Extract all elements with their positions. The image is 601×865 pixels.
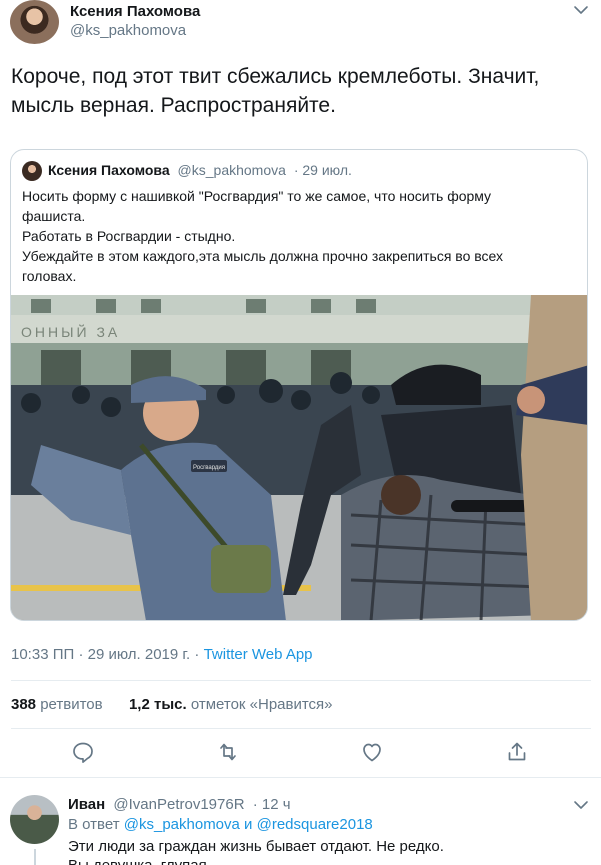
- in-reply-prefix: В ответ: [68, 816, 120, 833]
- app-link[interactable]: Twitter Web App: [204, 646, 313, 663]
- heart-icon[interactable]: [360, 740, 384, 764]
- reply-author-avatar[interactable]: [10, 795, 59, 844]
- quoted-text-line: Носить форму с нашивкой "Росгвардия" то …: [22, 188, 492, 204]
- reply-text: Эти люди за граждан жизнь бывает отдают.…: [68, 837, 588, 865]
- building-sign-text: ОННЫЙ ЗА: [21, 323, 120, 340]
- quoted-author-handle: @ks_pakhomova: [177, 162, 286, 178]
- meta-separator: ·: [78, 646, 84, 663]
- retweets-count[interactable]: 388: [11, 696, 36, 713]
- reply-text-line: Эти люди за граждан жизнь бывает отдают.…: [68, 838, 444, 855]
- quoted-photo[interactable]: ОННЫЙ ЗА Росгвардия: [11, 295, 587, 620]
- reply-author-name[interactable]: Иван: [68, 796, 105, 813]
- quoted-text-line: головах.: [22, 268, 77, 284]
- retweet-icon[interactable]: [216, 740, 240, 764]
- in-reply-to: В ответ @ks_pakhomova и @redsquare2018: [68, 816, 373, 833]
- tweet-meta: 10:33 ПП · 29 июл. 2019 г. · Twitter Web…: [11, 646, 313, 663]
- reply-author-handle[interactable]: @IvanPetrov1976R: [113, 796, 244, 813]
- quoted-date: · 29 июл.: [293, 162, 352, 178]
- chevron-down-icon[interactable]: [573, 4, 589, 16]
- chevron-down-icon[interactable]: [573, 798, 589, 816]
- divider: [11, 728, 591, 729]
- protest-photo-illustration: ОННЫЙ ЗА Росгвардия: [11, 295, 587, 620]
- tweet-time[interactable]: 10:33 ПП: [11, 646, 74, 663]
- tweet-actions: [0, 740, 601, 766]
- reply-text-line: Вы девушка, глупая.: [68, 856, 588, 865]
- quoted-author-name: Ксения Пахомова: [48, 162, 170, 178]
- author-avatar[interactable]: [10, 0, 59, 44]
- tweet-text-line: мысль верная. Распространяйте.: [11, 94, 336, 117]
- patch-text: Росгвардия: [193, 465, 225, 471]
- thread-line: [34, 849, 36, 865]
- reply-time[interactable]: · 12 ч: [253, 796, 291, 813]
- reply-header: Иван @IvanPetrov1976R · 12 ч: [68, 796, 291, 813]
- tweet-text-line: Короче, под этот твит сбежались кремлебо…: [11, 65, 540, 88]
- retweets-label[interactable]: ретвитов: [40, 696, 102, 713]
- quoted-author-avatar: [22, 161, 42, 181]
- tweet-date[interactable]: 29 июл. 2019 г.: [88, 646, 191, 663]
- tweet-stats: 388 ретвитов 1,2 тыс. отметок «Нравится»: [11, 696, 333, 713]
- likes-count[interactable]: 1,2 тыс.: [129, 696, 187, 713]
- quoted-tweet[interactable]: Ксения Пахомова @ks_pakhomova · 29 июл. …: [10, 149, 588, 621]
- share-icon[interactable]: [505, 740, 529, 764]
- mention-link[interactable]: @ks_pakhomova: [124, 816, 240, 833]
- reply-icon[interactable]: [71, 740, 95, 764]
- author-handle[interactable]: @ks_pakhomova: [70, 22, 186, 39]
- quoted-text: Носить форму с нашивкой "Росгвардия" то …: [22, 186, 582, 286]
- quoted-header: Ксения Пахомова @ks_pakhomova · 29 июл.: [48, 162, 352, 178]
- quoted-text-line: фашиста.: [22, 208, 86, 224]
- mention-link[interactable]: @redsquare2018: [257, 816, 373, 833]
- tweet-text: Короче, под этот твит сбежались кремлебо…: [11, 62, 596, 120]
- author-name[interactable]: Ксения Пахомова: [70, 3, 200, 20]
- mention-conjunction: и: [244, 816, 253, 833]
- meta-separator: ·: [194, 646, 200, 663]
- likes-label[interactable]: отметок «Нравится»: [191, 696, 333, 713]
- quoted-text-line: Работать в Росгвардии - стыдно.: [22, 228, 236, 244]
- divider: [11, 680, 591, 681]
- quoted-text-line: Убеждайте в этом каждого,эта мысль должн…: [22, 248, 504, 264]
- divider: [0, 777, 601, 778]
